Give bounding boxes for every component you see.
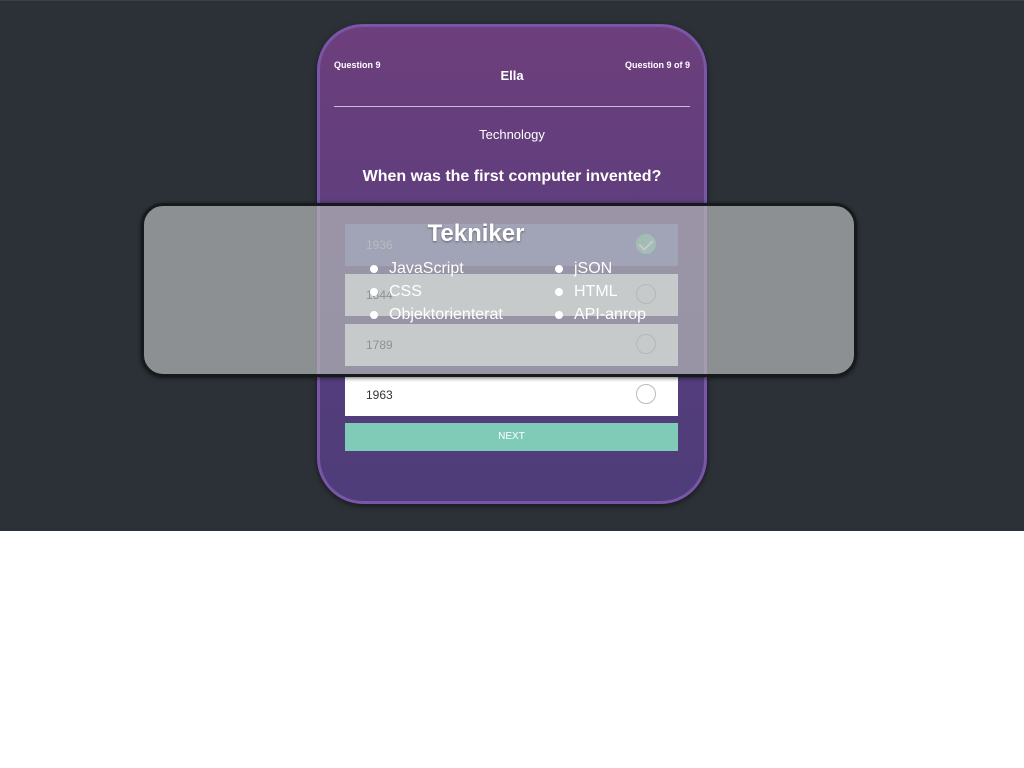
technique-item: jSON	[555, 259, 646, 282]
question-text: When was the first computer invented?	[362, 168, 662, 185]
user-name: Ella	[500, 68, 524, 83]
question-category: Technology	[479, 127, 545, 142]
radio-icon[interactable]	[636, 384, 656, 404]
technique-item: API-anrop	[555, 305, 646, 328]
header-divider	[334, 106, 690, 107]
answer-label: 1963	[366, 388, 393, 402]
techniques-overlay: Tekniker JavaScript CSS Objektorienterat…	[141, 203, 857, 377]
technique-item: HTML	[555, 282, 646, 305]
techniques-list-left: JavaScript CSS Objektorienterat	[370, 259, 503, 328]
slide-background: Question 9 Ella Question 9 of 9 Technolo…	[0, 0, 1024, 531]
techniques-list-right: jSON HTML API-anrop	[555, 259, 646, 328]
question-progress: Question 9 of 9	[624, 60, 690, 70]
technique-item: JavaScript	[370, 259, 503, 282]
answer-option-4[interactable]: 1963	[345, 374, 678, 416]
overlay-title: Tekniker	[427, 220, 525, 247]
technique-item: Objektorienterat	[370, 305, 503, 328]
next-button[interactable]: NEXT	[345, 423, 678, 451]
technique-item: CSS	[370, 282, 503, 305]
